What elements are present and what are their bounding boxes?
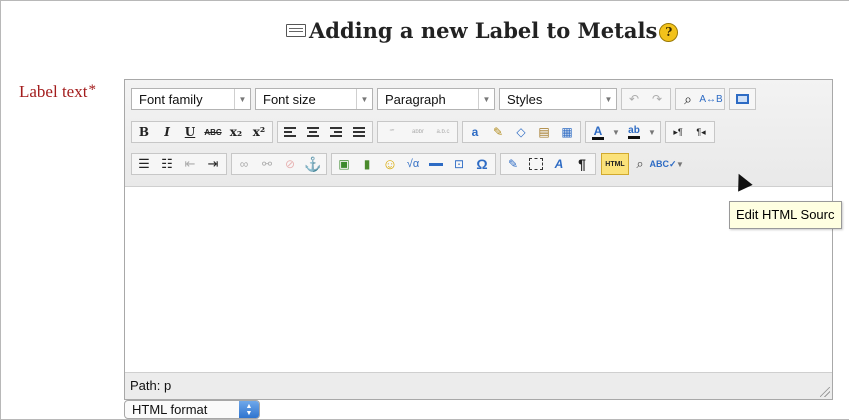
unlink-icon[interactable]: ⚯ [256,153,278,175]
rtl-icon[interactable]: ¶◂ [690,121,712,143]
paragraph-label: Paragraph [385,91,446,107]
indent-icon[interactable]: ⇥ [202,153,224,175]
toolbar-row-3: ☰ ☷ ⇤ ⇥ ∞ ⚯ ⊘ ⚓ ▣ ▮ ☺ √α ⊡ Ω ✎ A ¶ HTML … [131,152,691,176]
link-group: ∞ ⚯ ⊘ ⚓ [231,153,327,175]
eraser-icon[interactable]: ◇ [510,121,532,143]
chevron-down-icon: ▼ [234,89,250,109]
preview-icon[interactable]: ⌕ [629,153,651,175]
text-style-group: B I U ABC x₂ x² [131,121,273,143]
source-group: HTML ⌕ ABC✓ ▼ [600,153,687,175]
paragraph-format-select[interactable]: Paragraph ▼ [377,88,495,110]
styles-select[interactable]: Styles ▼ [499,88,617,110]
cleanup-icon[interactable]: ✎ [487,121,509,143]
styles-label: Styles [507,91,543,107]
toolbar-row-2: B I U ABC x₂ x² “” abbr a.b.c a ✎ ◇ ▤ ▦ … [131,120,719,144]
spellcheck-icon[interactable]: ABC✓ [649,153,676,175]
subscript-button[interactable]: x₂ [225,121,247,143]
smiley-icon[interactable]: ☺ [379,153,401,175]
chevron-down-icon: ▼ [478,89,494,109]
abbr-icon[interactable]: abbr [406,121,430,143]
align-center-icon[interactable] [302,121,324,143]
tooltip: Edit HTML Sourc [729,201,842,229]
label-text-caption: Label text [19,82,88,101]
paste-text-icon[interactable]: ▤ [533,121,555,143]
superscript-button[interactable]: x² [248,121,270,143]
page-title-text: Adding a new Label to Metals [309,17,658,43]
find-replace-icon[interactable]: A↔B [699,88,722,110]
label-text-field-label: Label text* [19,82,96,102]
chevron-down-icon[interactable]: ▼ [646,121,658,143]
font-family-label: Font family [139,91,203,107]
alignment-group [277,121,373,143]
list-group: ☰ ☷ ⇤ ⇥ [131,153,227,175]
horizontal-rule-icon[interactable] [425,153,447,175]
color-group: A ▼ ab ▼ [585,121,661,143]
text-format-select[interactable]: HTML format ▲ ▼ [124,400,260,419]
chevron-down-icon[interactable]: ▼ [610,121,622,143]
undo-icon[interactable]: ↶ [623,88,645,110]
chevron-down-icon[interactable]: ▼ [675,153,685,175]
image-icon[interactable]: ▣ [333,153,355,175]
editor-statusbar: Path: p [125,372,832,399]
rich-text-editor: Font family ▼ Font size ▼ Paragraph ▼ St… [124,79,833,400]
outdent-icon[interactable]: ⇤ [179,153,201,175]
paste-word-icon[interactable]: ▦ [556,121,578,143]
redo-icon[interactable]: ↷ [646,88,668,110]
style-props-icon[interactable]: A [548,153,570,175]
resize-handle-icon[interactable] [820,387,830,397]
text-color-icon[interactable]: A [587,121,609,143]
edit-table-icon[interactable]: ✎ [502,153,524,175]
underline-button[interactable]: U [179,121,201,143]
ltr-icon[interactable]: ▸¶ [667,121,689,143]
acronym-icon[interactable]: a.b.c [431,121,455,143]
chevron-down-icon: ▼ [600,89,616,109]
label-module-icon [286,23,306,37]
undo-redo-group: ↶ ↷ [621,88,671,110]
page-title: Adding a new Label to Metals ? [286,15,679,45]
italic-button[interactable]: I [156,121,178,143]
quote-icon[interactable]: “” [379,121,405,143]
visual-aid-icon[interactable] [525,153,547,175]
link-icon[interactable]: ∞ [233,153,255,175]
text-format-value: HTML format [132,402,208,417]
align-left-icon[interactable] [279,121,301,143]
fullscreen-group [729,88,756,110]
required-marker: * [88,82,96,98]
align-justify-icon[interactable] [348,121,370,143]
strikethrough-button[interactable]: ABC [202,121,224,143]
nolink-icon[interactable]: ⊘ [279,153,301,175]
align-right-icon[interactable] [325,121,347,143]
chevron-down-icon: ▼ [356,89,372,109]
search-group: ⌕ A↔B [675,88,725,110]
clean-paste-group: a ✎ ◇ ▤ ▦ [462,121,581,143]
anchor-icon[interactable]: ⚓ [302,153,324,175]
nonbreaking-icon[interactable]: ⊡ [448,153,470,175]
media-icon[interactable]: ▮ [356,153,378,175]
editor-toolbar: Font family ▼ Font size ▼ Paragraph ▼ St… [125,80,832,187]
font-family-select[interactable]: Font family ▼ [131,88,251,110]
omega-icon[interactable]: Ω [471,153,493,175]
find-icon[interactable]: ⌕ [677,88,699,110]
quote-group: “” abbr a.b.c [377,121,458,143]
edit-html-source-button[interactable]: HTML [601,153,629,175]
direction-group: ▸¶ ¶◂ [665,121,715,143]
element-path: Path: p [130,378,172,393]
table-group: ✎ A ¶ [500,153,596,175]
highlight-color-icon[interactable]: ab [623,121,645,143]
bullet-list-icon[interactable]: ☰ [133,153,155,175]
pilcrow-icon[interactable]: ¶ [571,153,593,175]
stepper-arrows-icon: ▲ ▼ [239,401,259,418]
font-size-label: Font size [263,91,316,107]
select-all-icon[interactable]: a [464,121,486,143]
help-icon[interactable]: ? [659,22,679,42]
insert-group: ▣ ▮ ☺ √α ⊡ Ω [331,153,496,175]
toolbar-row-1: Font family ▼ Font size ▼ Paragraph ▼ St… [131,87,760,111]
editor-content-area[interactable] [125,187,832,372]
math-icon[interactable]: √α [402,153,424,175]
fullscreen-icon[interactable] [731,88,753,110]
font-size-select[interactable]: Font size ▼ [255,88,373,110]
numbered-list-icon[interactable]: ☷ [156,153,178,175]
bold-button[interactable]: B [133,121,155,143]
